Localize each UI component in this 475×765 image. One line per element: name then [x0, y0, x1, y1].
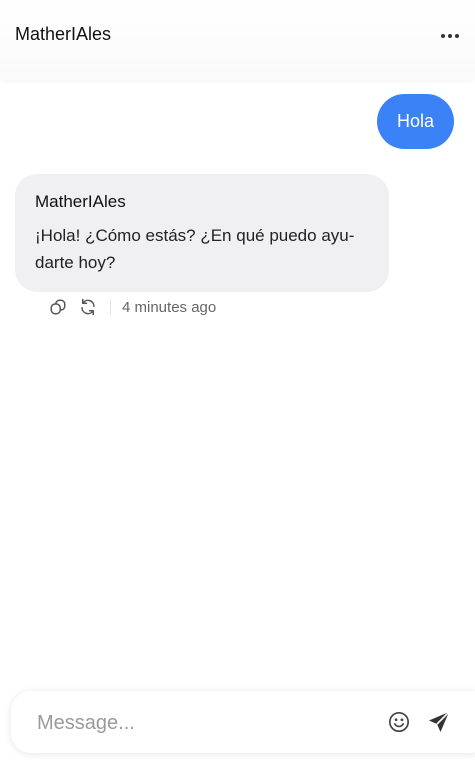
message-input[interactable]: [35, 707, 369, 739]
assistant-message-text: ¡Hola! ¿Cómo estás? ¿En qué puedo ayu-da…: [35, 226, 355, 272]
more-options-button[interactable]: [437, 26, 463, 46]
send-icon: [429, 711, 450, 732]
emoji-button[interactable]: [388, 711, 410, 733]
regenerate-button[interactable]: [78, 297, 98, 317]
chat-header: MatherIAles: [0, 0, 475, 80]
user-message-bubble: Hola: [376, 94, 454, 149]
chat-title: MatherIAles: [15, 24, 112, 44]
regenerate-icon: [81, 298, 95, 316]
user-message-text: Hola: [396, 111, 434, 131]
emoji-icon: [389, 712, 409, 732]
more-horizontal-icon: [441, 34, 445, 38]
send-button[interactable]: [427, 710, 451, 734]
assistant-name: MatherIAles: [35, 192, 126, 211]
message-timestamp: 4 minutes ago: [122, 298, 217, 316]
message-actions: 4 minutes ago: [48, 297, 216, 317]
copy-button[interactable]: [48, 297, 68, 317]
copy-icon: [50, 299, 66, 315]
message-composer: [11, 691, 475, 753]
actions-divider: [110, 299, 111, 315]
chat-app: MatherIAles Hola MatherIAles ¡Hola! ¿Cóm…: [0, 0, 475, 765]
assistant-message-bubble: MatherIAles ¡Hola! ¿Cómo estás? ¿En qué …: [15, 174, 389, 292]
